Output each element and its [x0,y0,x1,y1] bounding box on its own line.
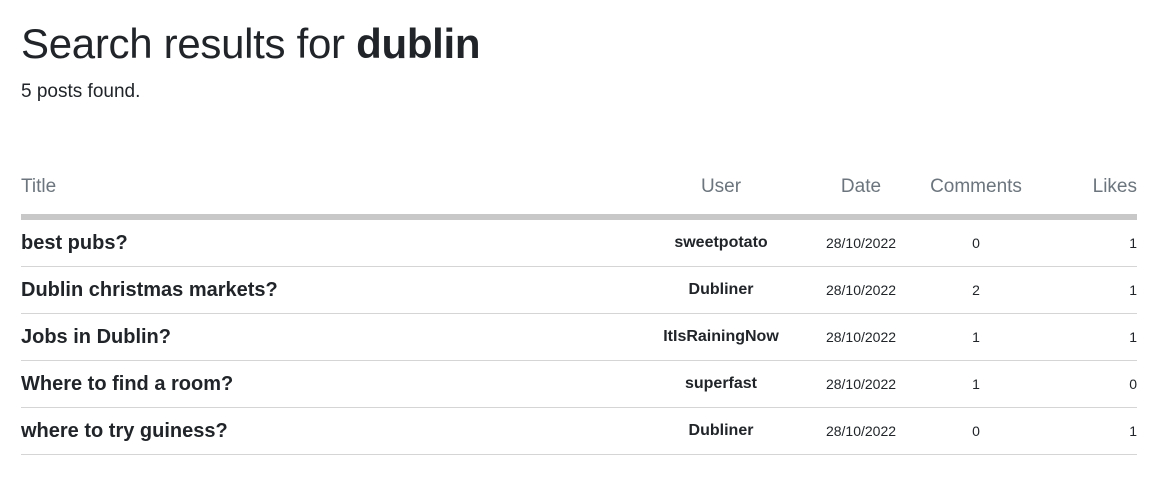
post-title-cell: best pubs? [21,217,621,267]
table-row: where to try guiness? Dubliner 28/10/202… [21,407,1137,455]
post-date: 28/10/2022 [821,266,901,314]
post-title-cell: where to try guiness? [21,407,621,455]
table-row: Dublin christmas markets? Dubliner 28/10… [21,266,1137,314]
column-header-comments[interactable]: Comments [901,160,1051,220]
column-header-likes[interactable]: Likes [1051,160,1137,220]
post-title-link[interactable]: best pubs? [21,232,128,254]
post-user-link[interactable]: superfast [685,375,757,392]
post-user-link[interactable]: Dubliner [689,422,754,439]
post-comments-count: 0 [901,407,1051,455]
post-user-cell: Dubliner [621,266,821,314]
column-header-title[interactable]: Title [21,160,621,220]
post-user-cell: sweetpotato [621,217,821,267]
post-user-cell: Dubliner [621,407,821,455]
post-user-link[interactable]: sweetpotato [674,234,767,251]
post-title-link[interactable]: Dublin christmas markets? [21,279,278,301]
column-header-user[interactable]: User [621,160,821,220]
page-title-prefix: Search results for [21,20,357,67]
post-title-link[interactable]: Where to find a room? [21,373,233,395]
post-date: 28/10/2022 [821,360,901,408]
post-comments-count: 1 [901,360,1051,408]
search-results-page: Search results for dublin 5 posts found.… [0,0,1155,485]
result-count: 5 posts found. [21,81,141,102]
post-date: 28/10/2022 [821,313,901,361]
post-comments-count: 1 [901,313,1051,361]
results-table: Title User Date Comments Likes best pubs… [21,160,1137,455]
post-user-cell: superfast [621,360,821,408]
post-likes-count: 1 [1051,217,1137,267]
table-row: Jobs in Dublin? ItIsRainingNow 28/10/202… [21,313,1137,361]
search-query: dublin [356,20,481,67]
post-title-cell: Where to find a room? [21,360,621,408]
post-user-link[interactable]: Dubliner [689,281,754,298]
post-title-cell: Jobs in Dublin? [21,313,621,361]
post-date: 28/10/2022 [821,407,901,455]
table-row: Where to find a room? superfast 28/10/20… [21,360,1137,408]
post-user-cell: ItIsRainingNow [621,313,821,361]
post-user-link[interactable]: ItIsRainingNow [663,328,779,345]
post-title-link[interactable]: Jobs in Dublin? [21,326,171,348]
table-header-row: Title User Date Comments Likes [21,160,1137,220]
post-likes-count: 1 [1051,407,1137,455]
page-title: Search results for dublin [21,18,481,70]
table-row: best pubs? sweetpotato 28/10/2022 0 1 [21,217,1137,267]
post-likes-count: 0 [1051,360,1137,408]
post-title-link[interactable]: where to try guiness? [21,420,228,442]
post-comments-count: 2 [901,266,1051,314]
column-header-date[interactable]: Date [821,160,901,220]
post-likes-count: 1 [1051,266,1137,314]
post-likes-count: 1 [1051,313,1137,361]
post-title-cell: Dublin christmas markets? [21,266,621,314]
post-comments-count: 0 [901,217,1051,267]
post-date: 28/10/2022 [821,217,901,267]
